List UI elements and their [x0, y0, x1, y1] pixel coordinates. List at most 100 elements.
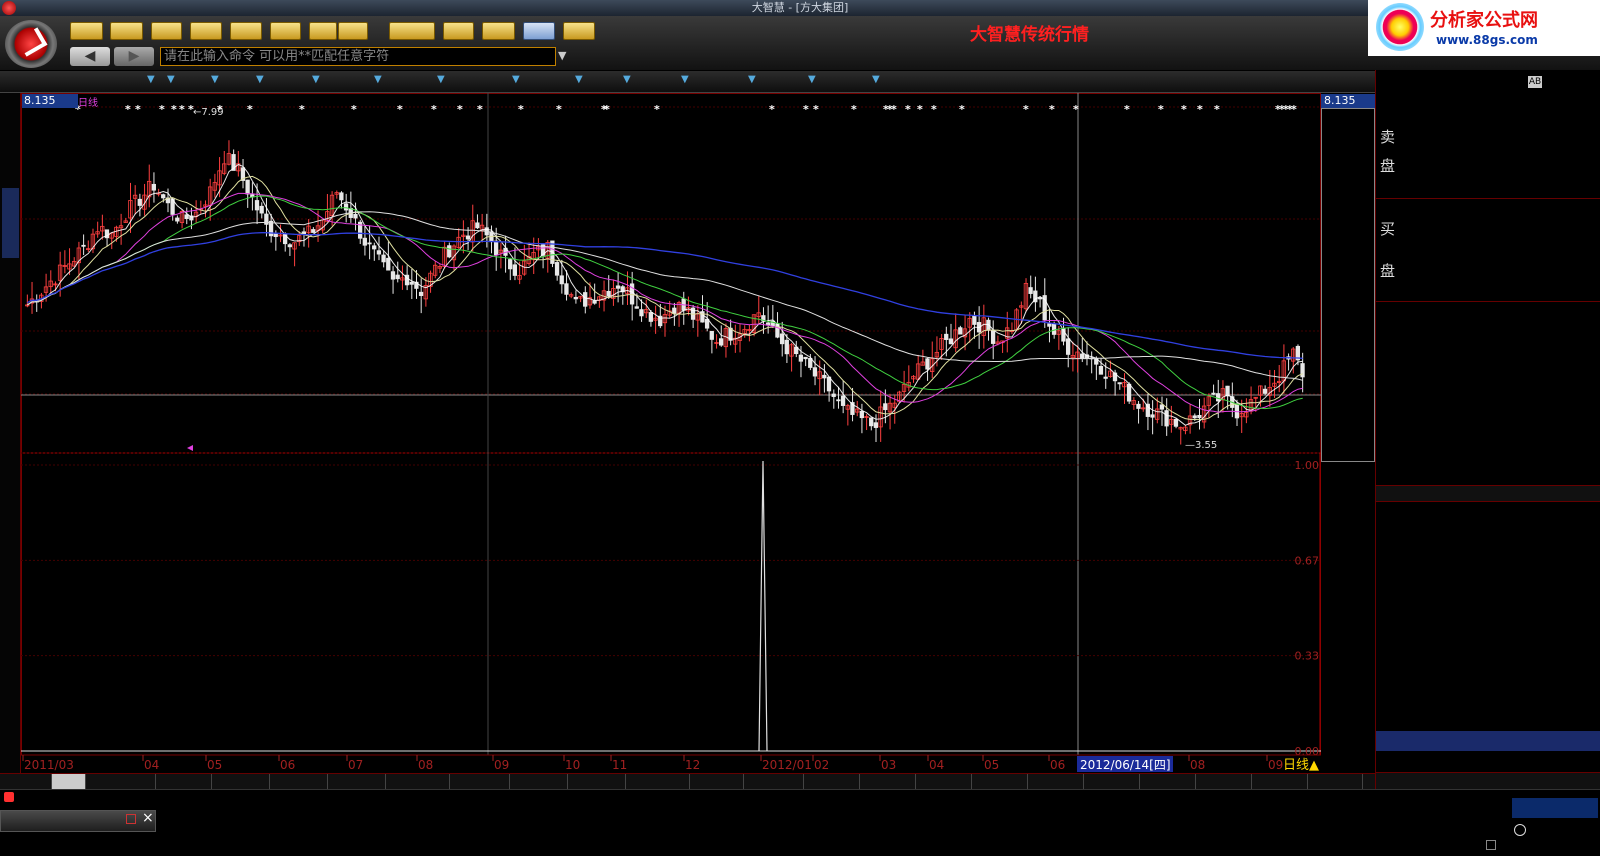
candle-body [1136, 403, 1141, 409]
bottom-tab-15[interactable] [860, 774, 916, 789]
bottom-tab-0[interactable] [18, 774, 52, 789]
nav-button-7[interactable] [338, 22, 368, 40]
bottom-tab-19[interactable] [1084, 774, 1140, 789]
ma-line-60 [27, 211, 1303, 381]
indicator-pane: 1.000.670.330.00 [21, 459, 1321, 758]
toolbar-dropdown-icon-5[interactable]: ▼ [374, 74, 382, 85]
back-button[interactable]: ◀ [70, 47, 110, 66]
bottom-tab-13[interactable] [744, 774, 804, 789]
bottom-tab-5[interactable] [270, 774, 328, 789]
toolbar-dropdown-icon-8[interactable]: ▼ [575, 74, 583, 85]
nav-button-3[interactable] [190, 22, 222, 40]
signal-star-18: * [604, 103, 610, 116]
bottom-tab-11[interactable] [626, 774, 690, 789]
bottom-tab-16[interactable] [916, 774, 972, 789]
command-input[interactable]: 请在此输入命令 可以用**匹配任意字符 [160, 47, 556, 66]
ma-line-10 [27, 175, 1303, 421]
toolbar-dropdown-icon-9[interactable]: ▼ [623, 74, 631, 85]
toolbar-dropdown-icon-13[interactable]: ▼ [872, 74, 880, 85]
x-tick-label-5: 08 [418, 758, 433, 772]
candle-body [339, 192, 344, 201]
command-dropdown-icon[interactable]: ▼ [558, 49, 566, 62]
close-icon[interactable]: × [142, 810, 154, 826]
bottom-tab-8[interactable] [450, 774, 510, 789]
bottom-tab-17[interactable] [972, 774, 1028, 789]
nav-button-12[interactable] [563, 22, 595, 40]
nav-button-5[interactable] [270, 22, 301, 40]
left-tab-1[interactable] [2, 188, 19, 258]
toolbar-dropdown-icon-2[interactable]: ▼ [211, 74, 219, 85]
left-tab-4[interactable] [2, 452, 19, 482]
nav-button-9[interactable] [443, 22, 474, 40]
toolbar-dropdown-icon-3[interactable]: ▼ [256, 74, 264, 85]
left-tab-3[interactable] [2, 362, 19, 432]
restore-icon[interactable] [126, 814, 136, 824]
bottom-tab-7[interactable] [386, 774, 450, 789]
bottom-tab-10[interactable] [568, 774, 626, 789]
nav-button-0[interactable] [70, 22, 103, 40]
candle-body [245, 179, 250, 195]
dzh-mini-logo[interactable] [1512, 798, 1598, 818]
left-tab-2[interactable] [2, 272, 19, 342]
kline-chart[interactable]: ←7.99—3.55* * * * * * * * * * * * * * * * * ** * * * * * *** * * *… [21, 93, 1321, 773]
candlestick-series [25, 140, 1305, 445]
forward-button[interactable]: ▶ [114, 47, 154, 66]
chart-border [21, 93, 1321, 773]
left-tab-0[interactable] [2, 98, 19, 168]
bottom-tab-6[interactable] [328, 774, 386, 789]
bottom-scroll-icon[interactable] [1486, 840, 1496, 850]
candle-body [869, 417, 874, 427]
toolbar-dropdown-icon-12[interactable]: ▼ [808, 74, 816, 85]
title-bar: 大智慧 - [方大集团] [0, 0, 1600, 16]
bottom-tab-21[interactable] [1196, 774, 1252, 789]
bottom-tab-2[interactable] [86, 774, 156, 789]
candle-body [826, 376, 832, 392]
nav-button-1[interactable] [110, 22, 143, 40]
toolbar-dropdown-icon-6[interactable]: ▼ [437, 74, 445, 85]
nav-button-11[interactable] [523, 22, 555, 40]
bottom-tab-18[interactable] [1028, 774, 1084, 789]
candle-body [386, 257, 391, 271]
candle-body [343, 203, 349, 211]
app-icon[interactable] [2, 1, 16, 15]
toolbar-dropdown-icon-1[interactable]: ▼ [167, 74, 175, 85]
window-title: 大智慧 - [方大集团] [751, 1, 849, 14]
bottom-tab-3[interactable] [156, 774, 212, 789]
candle-body [972, 315, 977, 325]
candle-body [592, 300, 597, 304]
bottom-tab-22[interactable] [1252, 774, 1308, 789]
candle-body [559, 275, 564, 285]
candle-body [184, 214, 189, 219]
bottom-tab-9[interactable] [510, 774, 568, 789]
nav-button-4[interactable] [230, 22, 262, 40]
toolbar-dropdown-icon-4[interactable]: ▼ [312, 74, 320, 85]
price-axis-top-label: 8.135 [22, 94, 78, 108]
candle-body [1234, 403, 1240, 419]
nav-button-6[interactable] [309, 22, 337, 40]
signal-star-43: * [1291, 103, 1297, 116]
bottom-tab-4[interactable] [212, 774, 270, 789]
lock-icon[interactable]: AB [1528, 76, 1542, 88]
ind-y-tick-2: 0.33 [1295, 650, 1320, 663]
toolbar-dropdown-icon-0[interactable]: ▼ [147, 74, 155, 85]
candle-body [1164, 410, 1169, 427]
signal-star-16: * [556, 103, 562, 116]
candle-body [822, 374, 827, 379]
nav-button-8[interactable] [389, 22, 435, 40]
nav-button-10[interactable] [482, 22, 515, 40]
bottom-tab-20[interactable] [1140, 774, 1196, 789]
candle-body [418, 291, 424, 297]
signal-star-29: * [931, 103, 937, 116]
bottom-tab-14[interactable] [804, 774, 860, 789]
x-tick-label-11: 02 [814, 758, 829, 772]
bottom-tab-23[interactable] [1308, 774, 1363, 789]
brand-text: 大智慧传统行情 [970, 25, 1089, 45]
candle-body [254, 200, 260, 211]
toolbar-dropdown-icon-10[interactable]: ▼ [681, 74, 689, 85]
toolbar-dropdown-icon-11[interactable]: ▼ [748, 74, 756, 85]
bottom-tab-1[interactable] [52, 774, 86, 789]
nav-button-2[interactable] [151, 22, 182, 40]
candle-body [409, 281, 414, 285]
bottom-tab-12[interactable] [690, 774, 744, 789]
toolbar-dropdown-icon-7[interactable]: ▼ [512, 74, 520, 85]
